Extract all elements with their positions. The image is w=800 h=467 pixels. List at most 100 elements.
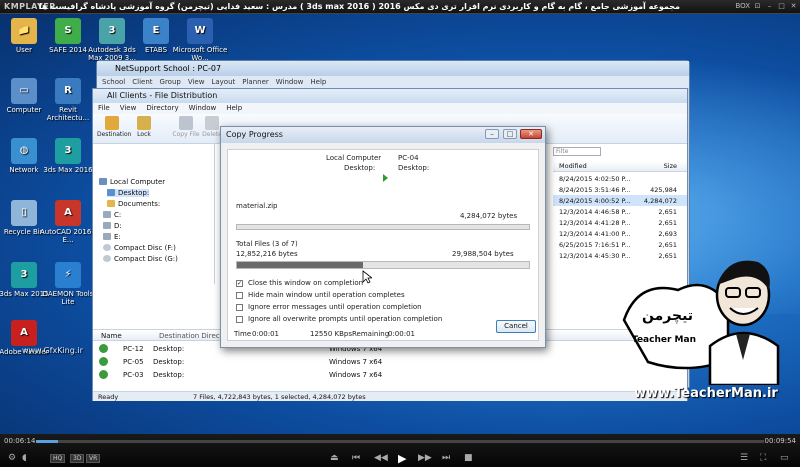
menu-client[interactable]: Client bbox=[132, 76, 152, 88]
minimize-icon[interactable]: – bbox=[485, 129, 499, 139]
client-row[interactable]: PC-05 Desktop: Windows 7 x64 bbox=[93, 355, 687, 368]
menu-view[interactable]: View bbox=[120, 103, 137, 114]
menu-planner[interactable]: Planner bbox=[242, 76, 269, 88]
lock-button[interactable]: Lock bbox=[129, 116, 159, 138]
folder-icon: 📁 bbox=[11, 18, 37, 44]
close-on-completion-checkbox[interactable]: ✓ bbox=[236, 280, 243, 287]
menu-window[interactable]: Window bbox=[189, 103, 217, 114]
menu-help[interactable]: Help bbox=[226, 103, 242, 114]
etabs-app-icon: E bbox=[143, 18, 169, 44]
desktop-icon-autocad[interactable]: A AutoCAD 2016 - E... bbox=[38, 200, 98, 244]
file-row[interactable]: 8/24/2015 4:02:50 P... bbox=[553, 173, 687, 184]
file-row[interactable]: 12/3/2014 4:41:00 P... 2,693 bbox=[553, 228, 687, 239]
ignore-error-messages-checkbox[interactable] bbox=[236, 304, 243, 311]
file-row-selected[interactable]: 8/24/2015 4:00:52 P... 4,284,072 bbox=[553, 195, 687, 206]
remaining-label: Remaining bbox=[352, 330, 390, 338]
file-row[interactable]: 8/24/2015 3:51:46 P... 425,984 bbox=[553, 184, 687, 195]
tree-item-c[interactable]: C: bbox=[103, 211, 121, 219]
seek-bar[interactable] bbox=[36, 440, 764, 443]
column-modified[interactable]: Modified bbox=[559, 162, 587, 170]
tree-item-compact-disc-f[interactable]: Compact Disc (F:) bbox=[103, 244, 176, 252]
file-row[interactable]: 12/3/2014 4:46:58 P... 2,651 bbox=[553, 206, 687, 217]
column-size[interactable]: Size bbox=[664, 162, 677, 170]
3dsmax-app-icon: 3 bbox=[99, 18, 125, 44]
destination-icon bbox=[105, 116, 119, 130]
desktop-icon-daemon-tools[interactable]: ⚡ DAEMON Tools Lite bbox=[38, 262, 98, 306]
tree-item-desktop[interactable]: Desktop: bbox=[107, 189, 150, 197]
volume-icon[interactable]: ◖ bbox=[22, 453, 27, 463]
hq-button[interactable]: HQ bbox=[50, 454, 66, 463]
file-row[interactable]: 12/3/2014 4:41:28 P... 2,651 bbox=[553, 217, 687, 228]
menu-file[interactable]: File bbox=[98, 103, 110, 114]
settings-icon[interactable]: ⚙ bbox=[8, 453, 16, 463]
menu-view[interactable]: View bbox=[188, 76, 205, 88]
file-row[interactable]: 6/25/2015 7:16:51 P... 2,651 bbox=[553, 239, 687, 250]
status-ready: Ready bbox=[98, 393, 119, 401]
status-file-info: 7 Files, 4,722,843 bytes, 1 selected, 4,… bbox=[193, 393, 366, 401]
menu-directory[interactable]: Directory bbox=[146, 103, 178, 114]
drive-icon bbox=[103, 211, 111, 218]
cancel-button[interactable]: Cancel bbox=[496, 320, 536, 333]
hide-main-window-label: Hide main window until operation complet… bbox=[248, 291, 405, 299]
close-icon[interactable]: ✕ bbox=[520, 129, 542, 139]
playlist-icon[interactable]: ☰ bbox=[740, 453, 748, 463]
netsupport-title-bar: NetSupport School : PC-07 bbox=[97, 61, 689, 76]
column-name[interactable]: Name bbox=[101, 332, 122, 340]
total-time: 00:09:54 bbox=[764, 437, 796, 445]
ignore-overwrite-prompts-checkbox[interactable] bbox=[236, 316, 243, 323]
tree-item-local-computer[interactable]: Local Computer bbox=[99, 178, 165, 186]
computer-icon: ▭ bbox=[11, 78, 37, 104]
current-time: 00:06:14 bbox=[4, 437, 36, 445]
tree-item-compact-disc-g[interactable]: Compact Disc (G:) bbox=[103, 255, 178, 263]
3dsmax-app-icon: 3 bbox=[55, 138, 81, 164]
next-icon[interactable]: ⏭ bbox=[442, 453, 450, 463]
player-title-bar: KMPLAYER مجموعه آموزشی جامع ، گام به گام… bbox=[0, 0, 800, 14]
menu-layout[interactable]: Layout bbox=[211, 76, 235, 88]
box-button[interactable]: BOX bbox=[735, 2, 750, 10]
filter-input[interactable]: Filte bbox=[553, 147, 601, 156]
cd-drive-icon bbox=[103, 244, 111, 251]
desktop-icon-3dsmax-2016[interactable]: 3 3ds Max 2016 bbox=[38, 138, 98, 174]
minimize-icon[interactable]: – bbox=[765, 2, 774, 10]
desktop-icon-word[interactable]: W Microsoft Office Wo... bbox=[170, 18, 230, 62]
folder-icon bbox=[107, 200, 115, 207]
desktop-icon-revit[interactable]: R Revit Architectu... bbox=[38, 78, 98, 122]
window-mode-icon[interactable]: ▭ bbox=[780, 453, 789, 463]
maximize-icon[interactable]: □ bbox=[777, 2, 786, 10]
maximize-icon[interactable]: □ bbox=[503, 129, 517, 139]
computer-icon bbox=[99, 178, 107, 185]
source-computer: Local Computer bbox=[326, 154, 382, 162]
tree-item-d[interactable]: D: bbox=[103, 222, 122, 230]
eject-icon[interactable]: ⏏ bbox=[330, 453, 339, 463]
teacherman-logo-icon: Teacher Man تیچرمن bbox=[622, 260, 780, 385]
revit-app-icon: R bbox=[55, 78, 81, 104]
hide-main-window-checkbox[interactable] bbox=[236, 292, 243, 299]
pin-icon[interactable]: ⊡ bbox=[753, 2, 762, 10]
menu-group[interactable]: Group bbox=[160, 76, 181, 88]
vr-button[interactable]: VR bbox=[86, 454, 101, 463]
menu-school[interactable]: School bbox=[102, 76, 125, 88]
fast-forward-icon[interactable]: ▶▶ bbox=[418, 453, 432, 463]
menu-help[interactable]: Help bbox=[310, 76, 326, 88]
client-row[interactable]: PC-03 Desktop: Windows 7 x64 bbox=[93, 368, 687, 381]
tree-item-e[interactable]: E: bbox=[103, 233, 121, 241]
fullscreen-icon[interactable]: ⛶ bbox=[760, 453, 766, 463]
destination-button[interactable]: Destination bbox=[97, 116, 131, 138]
stop-icon[interactable]: ■ bbox=[464, 453, 473, 463]
total-bytes: 29,988,504 bytes bbox=[452, 250, 514, 258]
network-icon: ◍ bbox=[11, 138, 37, 164]
svg-text:تیچرمن: تیچرمن bbox=[642, 308, 693, 324]
transfer-arrow-icon bbox=[383, 174, 388, 182]
tree-item-documents[interactable]: Documents: bbox=[107, 200, 160, 208]
remaining-value: 0:00:01 bbox=[388, 330, 415, 338]
time-label: Time bbox=[234, 330, 252, 338]
menu-window[interactable]: Window bbox=[276, 76, 304, 88]
copy-progress-title-bar: Copy Progress – □ ✕ bbox=[221, 127, 545, 143]
rewind-icon[interactable]: ◀◀ bbox=[374, 453, 388, 463]
folder-tree: Local Computer Desktop: Documents: C: D:… bbox=[93, 144, 215, 284]
3d-button[interactable]: 3D bbox=[70, 454, 85, 463]
word-app-icon: W bbox=[187, 18, 213, 44]
previous-icon[interactable]: ⏮ bbox=[352, 453, 360, 463]
close-icon[interactable]: ✕ bbox=[789, 2, 798, 10]
play-icon[interactable]: ▶ bbox=[398, 452, 406, 465]
